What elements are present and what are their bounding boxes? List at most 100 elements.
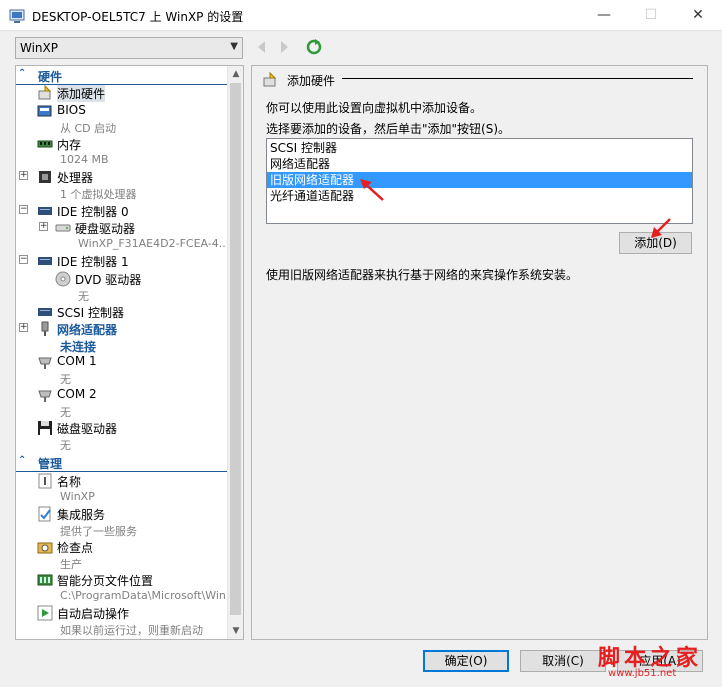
tree-item-ide-controller-0[interactable]: − IDE 控制器 0 — [16, 203, 227, 220]
device-listbox[interactable]: SCSI 控制器 网络适配器 旧版网络适配器 光纤通道适配器 — [266, 138, 693, 224]
expand-icon[interactable]: + — [19, 323, 28, 332]
annotation-arrow-icon — [651, 218, 671, 238]
tree-item-dvd-drive[interactable]: DVD 驱动器 无 — [16, 271, 227, 305]
tree-item-label: 硬盘驱动器 — [75, 222, 136, 236]
tree-item-detail: 无 — [60, 406, 71, 419]
tree-item-name[interactable]: 名称 WinXP — [16, 473, 227, 507]
add-hardware-icon — [263, 72, 277, 87]
tree-item-label: 自动启动操作 — [57, 607, 130, 621]
tree-item-detail: WinXP_F31AE4D2-FCEA-4... — [78, 237, 230, 250]
scrollbar-thumb[interactable] — [230, 83, 241, 615]
tree-item-bios[interactable]: BIOS 从 CD 启动 — [16, 103, 227, 137]
processor-icon — [39, 171, 51, 183]
tree-item-label: 磁盘驱动器 — [57, 422, 118, 436]
tree-item-label: 网络适配器 — [57, 323, 118, 337]
tree-item-processor[interactable]: + 处理器 1 个虚拟处理器 — [16, 169, 227, 203]
header-divider — [342, 78, 693, 79]
vm-selector[interactable]: WinXP ▼ — [15, 37, 243, 59]
tree-item-integration-services[interactable]: 集成服务 提供了一些服务 — [16, 506, 227, 540]
description-line-1: 你可以使用此设置向虚拟机中添加设备。 — [266, 101, 483, 115]
collapse-icon: ⌃ — [18, 455, 27, 466]
ok-button[interactable]: 确定(O) — [423, 650, 509, 672]
scroll-down-icon[interactable]: ▼ — [228, 623, 244, 639]
tree-scrollbar[interactable]: ▲ ▼ — [227, 66, 243, 639]
tree-item-label: IDE 控制器 1 — [57, 255, 129, 269]
watermark-url: www.jb51.net — [608, 668, 677, 679]
bios-icon — [37, 105, 52, 117]
hardware-section-header[interactable]: ⌃ 硬件 — [16, 68, 229, 85]
annotation-arrow-icon — [360, 179, 384, 201]
collapse-icon[interactable]: − — [19, 205, 28, 214]
tree-item-detail: C:\ProgramData\Microsoft\Win... — [60, 589, 237, 602]
tree-item-hard-drive[interactable]: + 硬盘驱动器 WinXP_F31AE4D2-FCEA-4... — [16, 220, 230, 254]
tree-item-detail: 无 — [60, 439, 71, 452]
tree-item-detail: 1 个虚拟处理器 — [60, 188, 137, 201]
expand-icon[interactable]: + — [39, 222, 48, 231]
window-title: DESKTOP-OEL5TC7 上 WinXP 的设置 — [32, 10, 244, 24]
device-option[interactable]: SCSI 控制器 — [267, 140, 692, 156]
tree-item-label: COM 2 — [57, 387, 97, 401]
close-button[interactable]: ✕ — [675, 0, 721, 31]
tree-item-com1[interactable]: COM 1 无 — [16, 354, 227, 388]
tree-item-label: SCSI 控制器 — [57, 306, 124, 320]
title-bar: DESKTOP-OEL5TC7 上 WinXP 的设置 — ☐ ✕ — [0, 0, 722, 31]
tree-item-add-hardware[interactable]: 添加硬件 — [16, 85, 227, 102]
tree-item-label: 处理器 — [57, 171, 94, 185]
expand-icon[interactable]: + — [19, 171, 28, 180]
tree-item-network-adapter[interactable]: + 网络适配器 未连接 — [16, 321, 227, 355]
management-section-header[interactable]: ⌃ 管理 — [16, 455, 229, 472]
ide-controller-icon — [38, 257, 52, 265]
hardware-section-label: 硬件 — [38, 70, 63, 84]
settings-tree: ⌃ 硬件 添加硬件 BIOS 从 CD 启动 内存 1024 MB + 处理器 … — [15, 65, 244, 640]
hard-drive-icon — [55, 224, 71, 232]
tree-item-ide-controller-1[interactable]: − IDE 控制器 1 — [16, 253, 227, 270]
tree-item-detail: 1024 MB — [60, 153, 109, 166]
device-option[interactable]: 网络适配器 — [267, 156, 692, 172]
collapse-icon: ⌃ — [18, 68, 27, 79]
tree-item-detail: 提供了一些服务 — [60, 525, 137, 538]
memory-icon — [37, 140, 53, 148]
com-port-icon — [38, 357, 52, 369]
tree-item-label: BIOS — [57, 103, 86, 117]
tree-item-label: 智能分页文件位置 — [57, 574, 154, 588]
tree-item-detail: 未连接 — [60, 340, 97, 354]
tree-item-smart-paging-location[interactable]: 智能分页文件位置 C:\ProgramData\Microsoft\Win... — [16, 572, 236, 606]
refresh-icon[interactable] — [305, 38, 323, 56]
hyperv-settings-icon — [9, 9, 25, 23]
device-info-text: 使用旧版网络适配器来执行基于网络的来宾操作系统安装。 — [266, 268, 579, 282]
minimize-button[interactable]: — — [581, 0, 627, 31]
tree-item-diskette-drive[interactable]: 磁盘驱动器 无 — [16, 420, 227, 454]
scroll-up-icon[interactable]: ▲ — [228, 66, 244, 82]
dvd-icon — [55, 271, 71, 287]
chevron-down-icon: ▼ — [230, 41, 238, 52]
vm-selector-value: WinXP — [20, 41, 58, 55]
details-header: 添加硬件 — [287, 74, 336, 88]
tree-item-label: COM 1 — [57, 354, 97, 368]
com-port-icon — [38, 390, 52, 402]
back-icon[interactable] — [253, 38, 271, 56]
tree-item-auto-start-action[interactable]: 自动启动操作 如果以前运行过，则重新启动 — [16, 605, 227, 639]
tree-item-scsi-controller[interactable]: SCSI 控制器 — [16, 304, 227, 321]
cancel-button[interactable]: 取消(C) — [520, 650, 606, 672]
tree-item-detail: WinXP — [60, 490, 95, 503]
paging-file-icon — [37, 574, 53, 586]
auto-start-icon — [37, 605, 53, 621]
maximize-button[interactable]: ☐ — [628, 0, 674, 31]
forward-icon[interactable] — [275, 38, 293, 56]
tree-item-label: 添加硬件 — [57, 85, 106, 102]
tree-item-label: 检查点 — [57, 541, 94, 555]
device-option-selected[interactable]: 旧版网络适配器 — [267, 172, 692, 188]
tree-item-detail: 如果以前运行过，则重新启动 — [60, 624, 203, 637]
tree-item-com2[interactable]: COM 2 无 — [16, 387, 227, 421]
tree-item-label: 集成服务 — [57, 508, 106, 522]
tree-item-memory[interactable]: 内存 1024 MB — [16, 136, 227, 170]
name-icon — [38, 473, 52, 489]
tree-item-checkpoints[interactable]: 检查点 生产 — [16, 539, 227, 573]
tree-item-label: 内存 — [57, 138, 82, 152]
device-option[interactable]: 光纤通道适配器 — [267, 188, 692, 204]
ide-controller-icon — [38, 207, 52, 215]
collapse-icon[interactable]: − — [19, 255, 28, 264]
description-line-2: 选择要添加的设备，然后单击"添加"按钮(S)。 — [266, 122, 511, 136]
management-section-label: 管理 — [38, 457, 63, 471]
add-hardware-icon — [38, 85, 52, 100]
